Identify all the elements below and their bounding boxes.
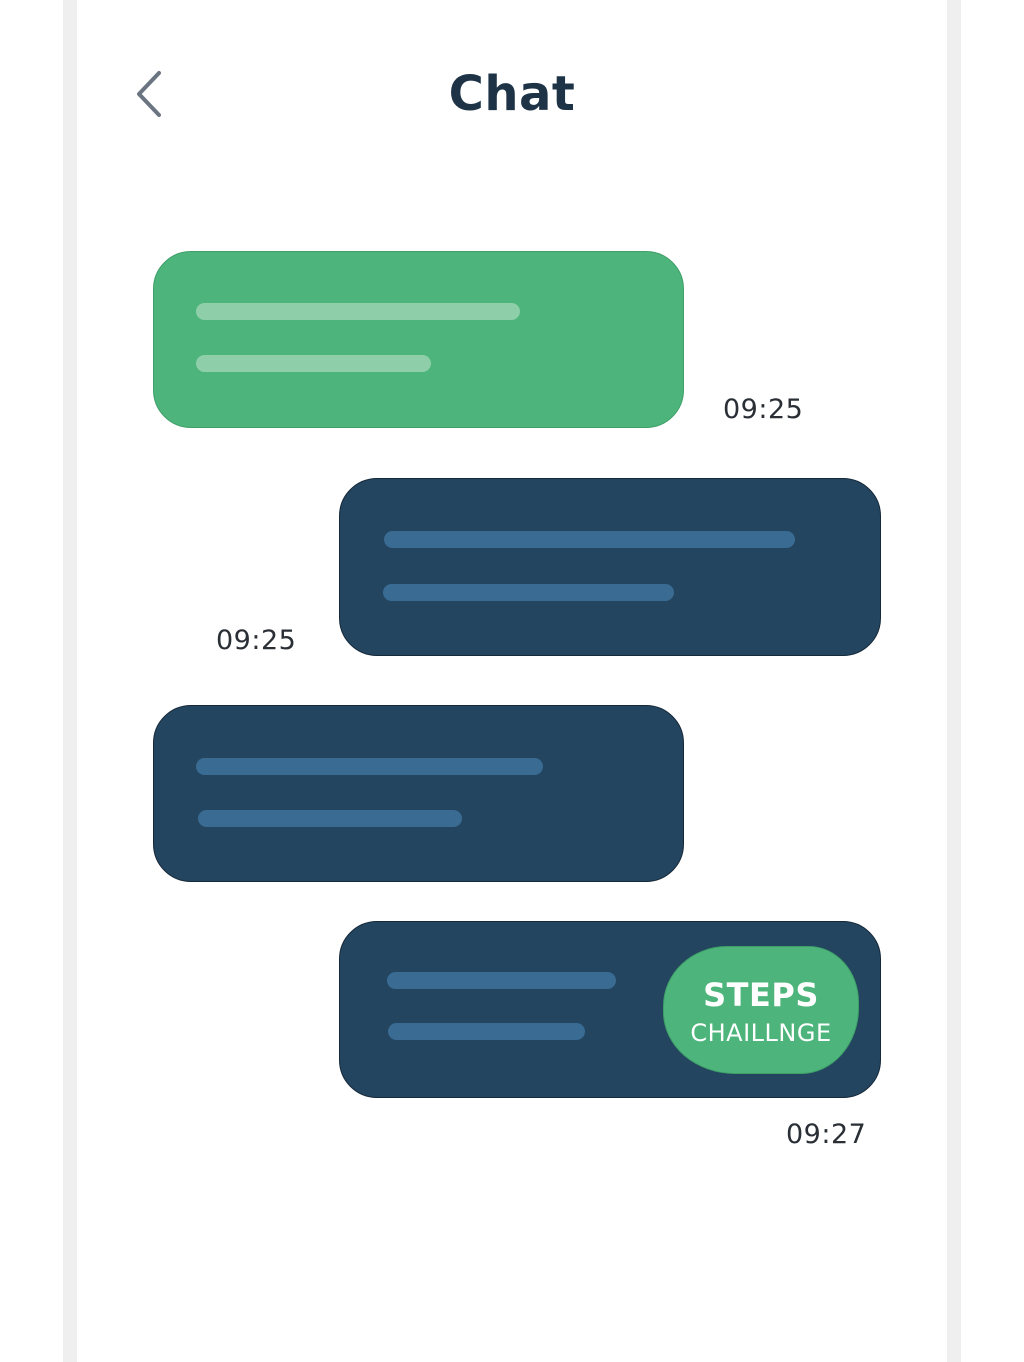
message-bubble-outgoing[interactable]	[339, 478, 881, 656]
page-title: Chat	[448, 66, 576, 122]
message-timestamp: 09:27	[786, 1119, 867, 1150]
message-text-placeholder	[196, 758, 543, 775]
badge-subtitle: CHAILLNGE	[690, 1019, 832, 1047]
message-text-placeholder	[198, 810, 462, 827]
message-timestamp: 09:25	[723, 394, 804, 425]
message-text-placeholder	[384, 531, 795, 548]
device-frame-right	[947, 0, 961, 1362]
badge-title: STEPS	[703, 976, 819, 1014]
message-text-placeholder	[196, 355, 431, 372]
message-bubble-incoming[interactable]	[153, 251, 684, 428]
message-bubble-outgoing[interactable]: STEPS CHAILLNGE	[339, 921, 881, 1098]
message-text-placeholder	[387, 972, 616, 989]
message-text-placeholder	[388, 1023, 585, 1040]
message-bubble-incoming[interactable]	[153, 705, 684, 882]
message-timestamp: 09:25	[216, 625, 297, 656]
message-text-placeholder	[383, 584, 674, 601]
chat-screen: Chat 09:25 09:25 STEPS CHAILLNGE 09:27	[0, 0, 1024, 1362]
steps-challenge-badge[interactable]: STEPS CHAILLNGE	[663, 946, 859, 1074]
message-text-placeholder	[196, 303, 520, 320]
device-frame-left	[63, 0, 77, 1362]
